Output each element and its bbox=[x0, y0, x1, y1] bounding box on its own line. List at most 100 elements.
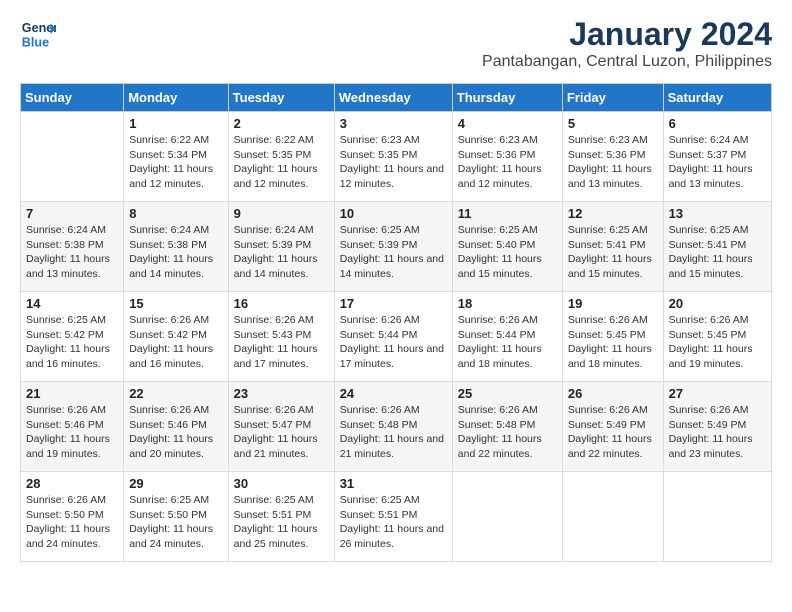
calendar-cell: 19Sunrise: 6:26 AMSunset: 5:45 PMDayligh… bbox=[562, 292, 663, 382]
calendar-cell: 5Sunrise: 6:23 AMSunset: 5:36 PMDaylight… bbox=[562, 112, 663, 202]
day-info: Sunrise: 6:26 AMSunset: 5:50 PMDaylight:… bbox=[26, 493, 118, 552]
calendar-cell: 18Sunrise: 6:26 AMSunset: 5:44 PMDayligh… bbox=[452, 292, 562, 382]
day-info: Sunrise: 6:26 AMSunset: 5:47 PMDaylight:… bbox=[234, 403, 329, 462]
svg-text:Blue: Blue bbox=[22, 36, 49, 50]
day-info: Sunrise: 6:24 AMSunset: 5:38 PMDaylight:… bbox=[26, 223, 118, 282]
day-info: Sunrise: 6:23 AMSunset: 5:35 PMDaylight:… bbox=[340, 133, 447, 192]
day-number: 20 bbox=[669, 296, 766, 311]
day-info: Sunrise: 6:25 AMSunset: 5:51 PMDaylight:… bbox=[340, 493, 447, 552]
calendar-cell: 6 Sunrise: 6:24 AMSunset: 5:37 PMDaylight… bbox=[663, 112, 771, 202]
day-info: Sunrise: 6:25 AMSunset: 5:41 PMDaylight:… bbox=[568, 223, 658, 282]
day-number: 6 bbox=[669, 116, 766, 131]
day-info: Sunrise: 6:26 AMSunset: 5:46 PMDaylight:… bbox=[26, 403, 118, 462]
day-number: 3 bbox=[340, 116, 447, 131]
calendar-cell: 2Sunrise: 6:22 AMSunset: 5:35 PMDaylight… bbox=[228, 112, 334, 202]
day-info: Sunrise: 6:25 AMSunset: 5:41 PMDaylight:… bbox=[669, 223, 766, 282]
calendar-cell: 30 Sunrise: 6:25 AMSunset: 5:51 PMDayligh… bbox=[228, 472, 334, 562]
day-info: Sunrise: 6:26 AMSunset: 5:48 PMDaylight:… bbox=[458, 403, 557, 462]
day-info: Sunrise: 6:26 AMSunset: 5:49 PMDaylight:… bbox=[568, 403, 658, 462]
page-subtitle: Pantabangan, Central Luzon, Philippines bbox=[482, 53, 772, 71]
day-number: 1 bbox=[129, 116, 222, 131]
day-number: 28 bbox=[26, 476, 118, 491]
calendar-week-row: 14 Sunrise: 6:25 AMSunset: 5:42 PMDayligh… bbox=[21, 292, 772, 382]
calendar-cell: 8 Sunrise: 6:24 AMSunset: 5:38 PMDaylight… bbox=[124, 202, 228, 292]
day-number: 12 bbox=[568, 206, 658, 221]
day-info: Sunrise: 6:26 AMSunset: 5:49 PMDaylight:… bbox=[669, 403, 766, 462]
day-number: 27 bbox=[669, 386, 766, 401]
calendar-cell: 26 Sunrise: 6:26 AMSunset: 5:49 PMDayligh… bbox=[562, 382, 663, 472]
day-number: 19 bbox=[568, 296, 658, 311]
weekday-header: Tuesday bbox=[228, 84, 334, 112]
calendar-cell: 27 Sunrise: 6:26 AMSunset: 5:49 PMDayligh… bbox=[663, 382, 771, 472]
calendar-table: SundayMondayTuesdayWednesdayThursdayFrid… bbox=[20, 83, 772, 562]
day-info: Sunrise: 6:22 AMSunset: 5:35 PMDaylight:… bbox=[234, 133, 329, 192]
calendar-week-row: 1 Sunrise: 6:22 AMSunset: 5:34 PMDaylight… bbox=[21, 112, 772, 202]
day-number: 5 bbox=[568, 116, 658, 131]
day-info: Sunrise: 6:26 AMSunset: 5:45 PMDaylight:… bbox=[669, 313, 766, 372]
day-number: 24 bbox=[340, 386, 447, 401]
day-info: Sunrise: 6:26 AMSunset: 5:46 PMDaylight:… bbox=[129, 403, 222, 462]
calendar-cell: 14 Sunrise: 6:25 AMSunset: 5:42 PMDayligh… bbox=[21, 292, 124, 382]
page-title: January 2024 bbox=[482, 16, 772, 53]
day-number: 11 bbox=[458, 206, 557, 221]
calendar-cell: 15 Sunrise: 6:26 AMSunset: 5:42 PMDayligh… bbox=[124, 292, 228, 382]
calendar-cell: 29Sunrise: 6:25 AMSunset: 5:50 PMDayligh… bbox=[124, 472, 228, 562]
day-number: 22 bbox=[129, 386, 222, 401]
calendar-header-row: SundayMondayTuesdayWednesdayThursdayFrid… bbox=[21, 84, 772, 112]
calendar-week-row: 21Sunrise: 6:26 AMSunset: 5:46 PMDayligh… bbox=[21, 382, 772, 472]
day-number: 17 bbox=[340, 296, 447, 311]
weekday-header: Saturday bbox=[663, 84, 771, 112]
day-number: 18 bbox=[458, 296, 557, 311]
day-number: 7 bbox=[26, 206, 118, 221]
weekday-header: Thursday bbox=[452, 84, 562, 112]
calendar-cell: 31 Sunrise: 6:25 AMSunset: 5:51 PMDayligh… bbox=[334, 472, 452, 562]
day-info: Sunrise: 6:26 AMSunset: 5:43 PMDaylight:… bbox=[234, 313, 329, 372]
day-info: Sunrise: 6:22 AMSunset: 5:34 PMDaylight:… bbox=[129, 133, 222, 192]
day-info: Sunrise: 6:25 AMSunset: 5:42 PMDaylight:… bbox=[26, 313, 118, 372]
calendar-cell: 4 Sunrise: 6:23 AMSunset: 5:36 PMDaylight… bbox=[452, 112, 562, 202]
day-number: 29 bbox=[129, 476, 222, 491]
calendar-cell: 25 Sunrise: 6:26 AMSunset: 5:48 PMDayligh… bbox=[452, 382, 562, 472]
calendar-cell bbox=[452, 472, 562, 562]
title-area: January 2024 Pantabangan, Central Luzon,… bbox=[482, 16, 772, 71]
calendar-cell: 1 Sunrise: 6:22 AMSunset: 5:34 PMDaylight… bbox=[124, 112, 228, 202]
calendar-week-row: 28 Sunrise: 6:26 AMSunset: 5:50 PMDayligh… bbox=[21, 472, 772, 562]
day-number: 30 bbox=[234, 476, 329, 491]
weekday-header: Wednesday bbox=[334, 84, 452, 112]
calendar-cell: 17 Sunrise: 6:26 AMSunset: 5:44 PMDayligh… bbox=[334, 292, 452, 382]
calendar-cell bbox=[21, 112, 124, 202]
calendar-cell: 21Sunrise: 6:26 AMSunset: 5:46 PMDayligh… bbox=[21, 382, 124, 472]
day-info: Sunrise: 6:26 AMSunset: 5:44 PMDaylight:… bbox=[340, 313, 447, 372]
calendar-cell: 13Sunrise: 6:25 AMSunset: 5:41 PMDayligh… bbox=[663, 202, 771, 292]
day-number: 8 bbox=[129, 206, 222, 221]
weekday-header: Friday bbox=[562, 84, 663, 112]
calendar-cell: 11Sunrise: 6:25 AMSunset: 5:40 PMDayligh… bbox=[452, 202, 562, 292]
day-number: 26 bbox=[568, 386, 658, 401]
day-info: Sunrise: 6:26 AMSunset: 5:42 PMDaylight:… bbox=[129, 313, 222, 372]
day-info: Sunrise: 6:25 AMSunset: 5:51 PMDaylight:… bbox=[234, 493, 329, 552]
day-number: 9 bbox=[234, 206, 329, 221]
day-number: 15 bbox=[129, 296, 222, 311]
day-number: 14 bbox=[26, 296, 118, 311]
day-info: Sunrise: 6:24 AMSunset: 5:38 PMDaylight:… bbox=[129, 223, 222, 282]
calendar-cell: 23 Sunrise: 6:26 AMSunset: 5:47 PMDayligh… bbox=[228, 382, 334, 472]
day-number: 4 bbox=[458, 116, 557, 131]
day-number: 25 bbox=[458, 386, 557, 401]
page-header: General Blue January 2024 Pantabangan, C… bbox=[20, 16, 772, 71]
day-number: 10 bbox=[340, 206, 447, 221]
day-number: 23 bbox=[234, 386, 329, 401]
day-number: 16 bbox=[234, 296, 329, 311]
logo: General Blue bbox=[20, 16, 56, 52]
calendar-cell bbox=[562, 472, 663, 562]
calendar-cell: 12 Sunrise: 6:25 AMSunset: 5:41 PMDayligh… bbox=[562, 202, 663, 292]
calendar-cell: 7 Sunrise: 6:24 AMSunset: 5:38 PMDaylight… bbox=[21, 202, 124, 292]
day-info: Sunrise: 6:24 AMSunset: 5:37 PMDaylight:… bbox=[669, 133, 766, 192]
calendar-cell: 28 Sunrise: 6:26 AMSunset: 5:50 PMDayligh… bbox=[21, 472, 124, 562]
calendar-cell: 20 Sunrise: 6:26 AMSunset: 5:45 PMDayligh… bbox=[663, 292, 771, 382]
calendar-cell: 3 Sunrise: 6:23 AMSunset: 5:35 PMDaylight… bbox=[334, 112, 452, 202]
calendar-week-row: 7 Sunrise: 6:24 AMSunset: 5:38 PMDaylight… bbox=[21, 202, 772, 292]
calendar-cell bbox=[663, 472, 771, 562]
calendar-cell: 9Sunrise: 6:24 AMSunset: 5:39 PMDaylight… bbox=[228, 202, 334, 292]
day-info: Sunrise: 6:23 AMSunset: 5:36 PMDaylight:… bbox=[458, 133, 557, 192]
day-number: 31 bbox=[340, 476, 447, 491]
